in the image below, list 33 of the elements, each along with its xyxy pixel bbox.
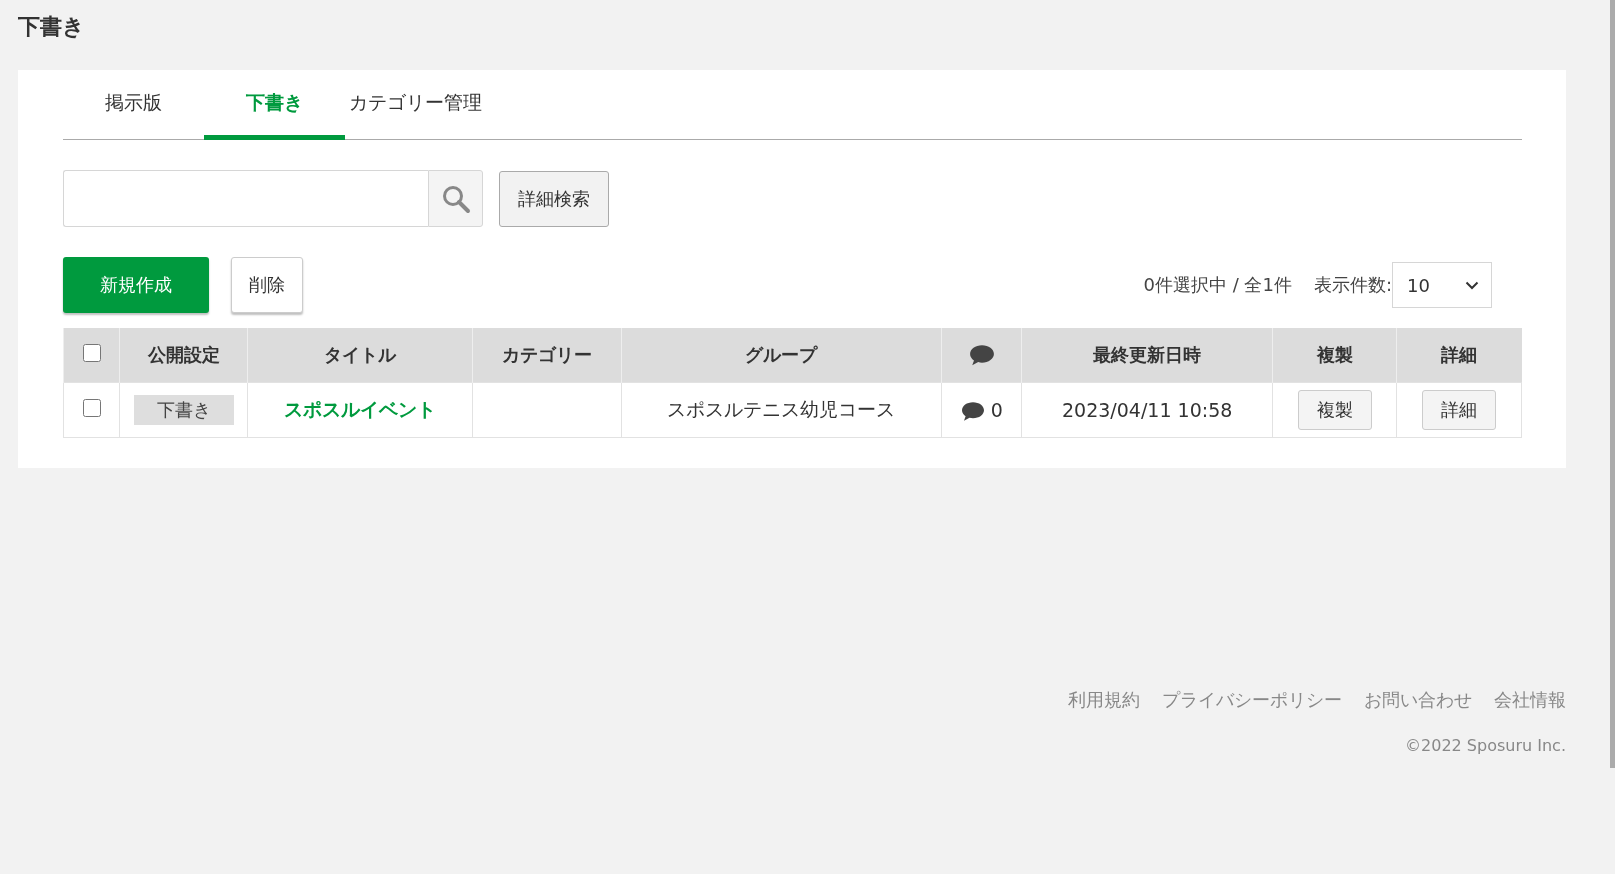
duplicate-button[interactable]: 複製 (1297, 390, 1372, 430)
advanced-search-button[interactable]: 詳細検索 (499, 170, 609, 227)
copyright-text: ©2022 Sposuru Inc. (1405, 736, 1566, 755)
chevron-down-icon (1465, 280, 1479, 290)
column-header: タイトル (323, 344, 396, 365)
delete-button[interactable]: 削除 (231, 257, 303, 313)
column-header: 最終更新日時 (1093, 344, 1202, 365)
updated-datetime: 2023/04/11 10:58 (1062, 399, 1233, 421)
detail-button[interactable]: 詳細 (1422, 390, 1497, 430)
scrollbar[interactable] (1610, 0, 1615, 768)
comment-icon (960, 400, 985, 422)
search-button[interactable] (428, 170, 483, 227)
comment-icon (968, 344, 995, 367)
group-name: スポスルテニス幼児コース (667, 398, 896, 420)
tab[interactable]: 下書き (204, 70, 345, 140)
page-size-select[interactable]: 10 (1392, 262, 1492, 308)
selection-count: 0件選択中 / 全1件 (1143, 273, 1292, 297)
comment-count: 0 (990, 398, 1003, 421)
column-header: カテゴリー (501, 344, 592, 365)
column-header: 詳細 (1441, 344, 1478, 365)
search-icon (440, 183, 471, 214)
create-button[interactable]: 新規作成 (63, 257, 209, 313)
tab[interactable]: カテゴリー管理 (345, 70, 486, 140)
page-size-label: 表示件数: (1313, 273, 1392, 297)
select-all-checkbox[interactable] (82, 344, 101, 362)
row-checkbox[interactable] (82, 399, 101, 417)
column-header: 公開設定 (147, 344, 220, 365)
tab[interactable]: 掲示版 (63, 70, 204, 140)
status-badge: 下書き (133, 395, 234, 425)
column-header: 複製 (1316, 344, 1353, 365)
search-field[interactable] (63, 170, 428, 227)
page-title: 下書き (18, 13, 86, 41)
column-header: グループ (745, 344, 818, 365)
